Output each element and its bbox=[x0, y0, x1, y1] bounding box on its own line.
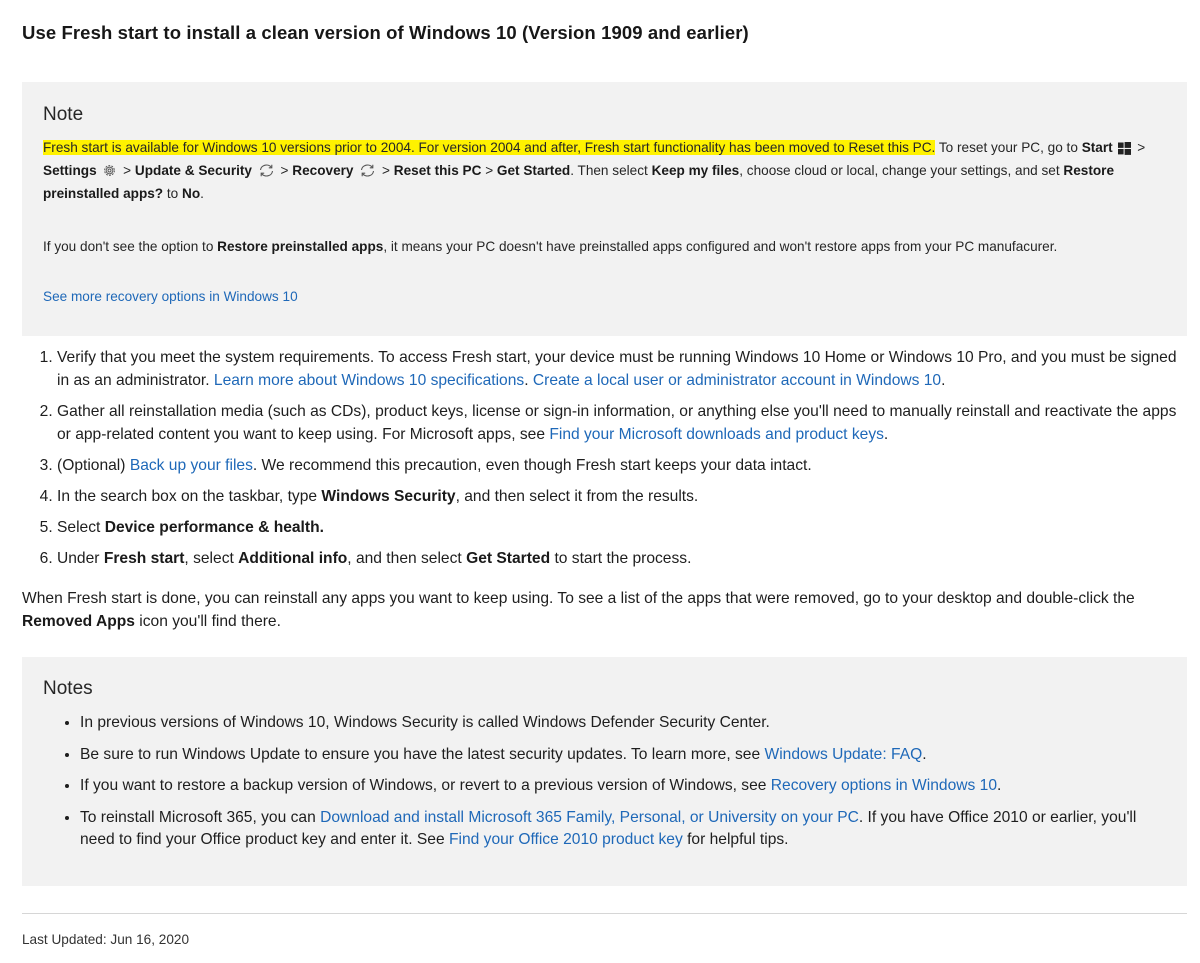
list-item: Under Fresh start, select Additional inf… bbox=[57, 547, 1187, 570]
page-title: Use Fresh start to install a clean versi… bbox=[22, 22, 749, 43]
after-paragraph: When Fresh start is done, you can reinst… bbox=[22, 590, 1135, 630]
note-paragraph-restore: If you don't see the option to Restore p… bbox=[43, 239, 1058, 254]
notes-list: In previous versions of Windows 10, Wind… bbox=[43, 712, 1165, 852]
get-started-label: Get Started bbox=[496, 163, 571, 178]
list-item: In the search box on the taskbar, type W… bbox=[57, 485, 1187, 508]
notes-box: Notes In previous versions of Windows 10… bbox=[22, 657, 1187, 886]
keep-files-label: Keep my files bbox=[651, 163, 740, 178]
sync-icon bbox=[359, 163, 376, 184]
downloads-product-keys-link[interactable]: Find your Microsoft downloads and produc… bbox=[549, 426, 884, 443]
note-paragraph-reset: Fresh start is available for Windows 10 … bbox=[43, 140, 1146, 201]
back-up-files-link[interactable]: Back up your files bbox=[130, 457, 253, 474]
no-label: No bbox=[182, 186, 201, 201]
recovery-options-link[interactable]: See more recovery options in Windows 10 bbox=[43, 289, 298, 304]
list-item: Select Device performance & health. bbox=[57, 516, 1187, 539]
list-item: In previous versions of Windows 10, Wind… bbox=[80, 712, 1165, 735]
settings-label: Settings bbox=[43, 163, 97, 178]
note-paragraph-link: See more recovery options in Windows 10 bbox=[43, 287, 1165, 307]
windows-update-faq-link[interactable]: Windows Update: FAQ bbox=[764, 746, 922, 763]
divider bbox=[22, 913, 1187, 914]
list-item: Verify that you meet the system requirem… bbox=[57, 346, 1187, 392]
note-body: Fresh start is available for Windows 10 … bbox=[43, 138, 1165, 307]
recovery-label: Recovery bbox=[292, 163, 354, 178]
windows-logo-icon bbox=[1118, 141, 1132, 161]
list-item: Be sure to run Windows Update to ensure … bbox=[80, 744, 1165, 767]
note-heading: Note bbox=[43, 104, 84, 125]
office-2010-product-key-link[interactable]: Find your Office 2010 product key bbox=[449, 831, 683, 848]
start-label: Start bbox=[1081, 140, 1113, 155]
note-box: Note Fresh start is available for Window… bbox=[22, 82, 1187, 336]
list-item: (Optional) Back up your files. We recomm… bbox=[57, 454, 1187, 477]
steps-list: Verify that you meet the system requirem… bbox=[22, 346, 1187, 578]
list-item: To reinstall Microsoft 365, you can Down… bbox=[80, 807, 1165, 852]
update-security-label: Update & Security bbox=[134, 163, 252, 178]
reset-pc-label: Reset this PC bbox=[393, 163, 482, 178]
create-account-link[interactable]: Create a local user or administrator acc… bbox=[533, 372, 941, 389]
notes-heading: Notes bbox=[43, 678, 93, 699]
list-item: Gather all reinstallation media (such as… bbox=[57, 400, 1187, 446]
sync-icon bbox=[258, 163, 275, 184]
install-microsoft-365-link[interactable]: Download and install Microsoft 365 Famil… bbox=[320, 809, 859, 826]
restore-apps-label: Restore preinstalled apps bbox=[217, 239, 384, 254]
gear-icon bbox=[102, 163, 117, 184]
list-item: If you want to restore a backup version … bbox=[80, 775, 1165, 798]
last-updated: Last Updated: Jun 16, 2020 bbox=[22, 932, 190, 947]
highlighted-text: Fresh start is available for Windows 10 … bbox=[43, 140, 936, 155]
recovery-options-link[interactable]: Recovery options in Windows 10 bbox=[771, 777, 997, 794]
windows-specifications-link[interactable]: Learn more about Windows 10 specificatio… bbox=[214, 372, 524, 389]
